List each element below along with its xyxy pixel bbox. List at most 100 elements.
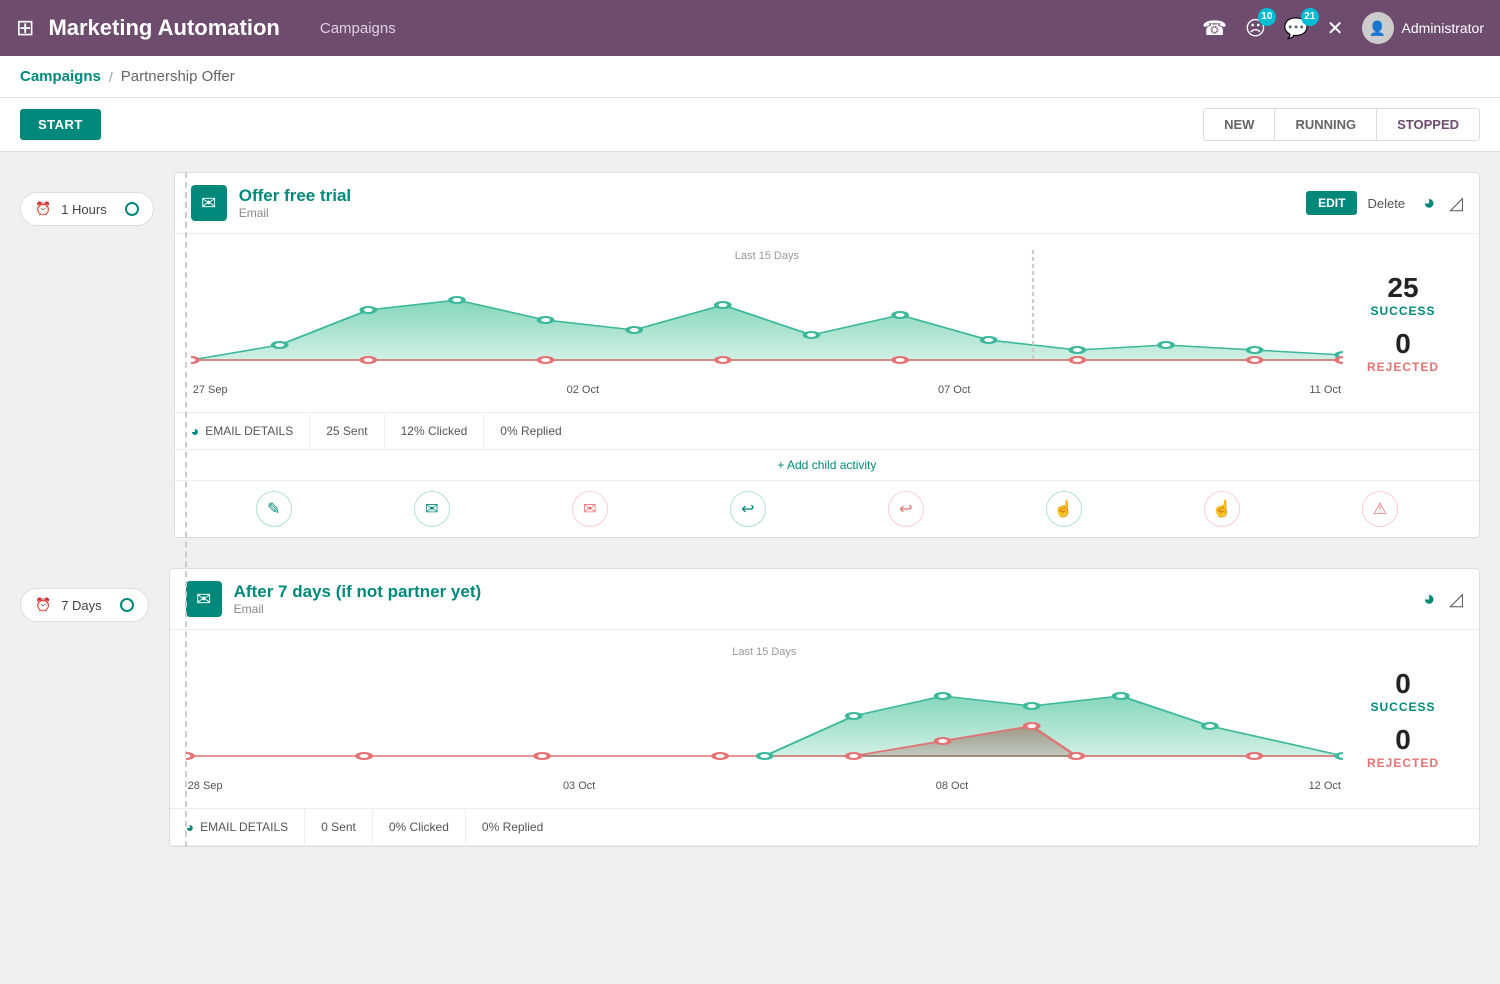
card-header-1: ✉ Offer free trial Email EDIT Delete ◕ ◿ (175, 173, 1479, 234)
chart-x-labels-2: 28 Sep 03 Oct 08 Oct 12 Oct (186, 780, 1343, 792)
rejected-number-2: 0 (1395, 724, 1411, 756)
trigger-label-2: 7 Days (61, 598, 101, 613)
clock-icon-2: ⏰ (35, 597, 51, 613)
card-footer-2: ◕ EMAIL DETAILS 0 Sent 0% Clicked 0% Rep… (170, 809, 1479, 846)
breadcrumb: Campaigns / Partnership Offer (0, 56, 1500, 98)
breadcrumb-separator: / (109, 69, 113, 85)
main-content: ⏰ 1 Hours ✉ Offer free trial Email EDIT … (0, 152, 1500, 897)
toolbar: START NEW RUNNING STOPPED (0, 98, 1500, 152)
edit-button-1[interactable]: EDIT (1306, 191, 1357, 215)
card-title-block-1: Offer free trial Email (239, 186, 1306, 220)
activity-card-2: ✉ After 7 days (if not partner yet) Emai… (169, 568, 1480, 847)
filter-icon-2[interactable]: ◿ (1449, 589, 1463, 610)
status-tabs: NEW RUNNING STOPPED (1203, 108, 1480, 141)
start-button[interactable]: START (20, 109, 101, 140)
activity-badge: 10 (1258, 8, 1276, 26)
activity-card-1: ✉ Offer free trial Email EDIT Delete ◕ ◿ (174, 172, 1480, 538)
chart-label-2: Last 15 Days (732, 646, 796, 658)
trigger-dot-2 (120, 598, 134, 612)
chart-svg-2 (186, 646, 1343, 776)
child-icon-no-click[interactable]: ☝ (1204, 491, 1240, 527)
nav-icons: ☎ ☹ 10 💬 21 ✕ 👤 Administrator (1202, 12, 1484, 44)
tab-running[interactable]: RUNNING (1274, 108, 1376, 141)
x-label-1-3: 07 Oct (938, 384, 970, 396)
chart-wrapper-1: Last 15 Days (191, 250, 1343, 396)
card-actions-1: EDIT Delete ◕ ◿ (1306, 191, 1463, 215)
add-child-activity-1[interactable]: + Add child activity (175, 450, 1479, 481)
child-icon-cursor[interactable]: ✎ (256, 491, 292, 527)
activity-row-1: ⏰ 1 Hours ✉ Offer free trial Email EDIT … (20, 172, 1480, 538)
messages-icon[interactable]: 💬 21 (1284, 16, 1309, 41)
user-menu[interactable]: 👤 Administrator (1362, 12, 1484, 44)
x-label-2-2: 03 Oct (563, 780, 595, 792)
success-label-1: SUCCESS (1370, 304, 1435, 318)
chart-label-1: Last 15 Days (735, 250, 799, 262)
child-icon-no-reply[interactable]: ↩ (888, 491, 924, 527)
chart-area-1: Last 15 Days (175, 234, 1479, 413)
footer-sent-2: 0 Sent (305, 810, 373, 844)
activity-icon[interactable]: ☹ 10 (1245, 16, 1266, 41)
filter-icon-1[interactable]: ◿ (1449, 193, 1463, 214)
footer-replied-2: 0% Replied (466, 810, 559, 844)
x-label-2-4: 12 Oct (1309, 780, 1341, 792)
email-icon-1: ✉ (191, 185, 227, 221)
x-label-1-2: 02 Oct (567, 384, 599, 396)
close-icon[interactable]: ✕ (1327, 16, 1344, 41)
top-navigation: ⊞ Marketing Automation Campaigns ☎ ☹ 10 … (0, 0, 1500, 56)
user-label: Administrator (1402, 20, 1484, 36)
success-number-2: 0 (1395, 668, 1411, 700)
card-subtitle-1: Email (239, 206, 1306, 220)
chart-stats-2: 0 SUCCESS 0 REJECTED (1343, 646, 1463, 792)
footer-clicked-2: 0% Clicked (373, 810, 466, 844)
x-label-1-1: 27 Sep (193, 384, 228, 396)
child-icon-reply[interactable]: ↩ (730, 491, 766, 527)
child-icon-click[interactable]: ☝ (1046, 491, 1082, 527)
footer-sent-1: 25 Sent (310, 414, 384, 448)
tab-stopped[interactable]: STOPPED (1376, 108, 1480, 141)
pie-chart-icon-2[interactable]: ◕ (1423, 588, 1435, 611)
trigger-dot-1 (125, 202, 139, 216)
card-actions-2: ◕ ◿ (1415, 588, 1463, 611)
nav-campaigns[interactable]: Campaigns (320, 20, 396, 37)
footer-email-label-2: EMAIL DETAILS (200, 820, 288, 834)
activities-wrapper: ⏰ 1 Hours ✉ Offer free trial Email EDIT … (20, 172, 1480, 847)
activity-row-2: ⏰ 7 Days ✉ After 7 days (if not partner … (20, 568, 1480, 847)
child-icon-email-bounce[interactable]: ✉ (572, 491, 608, 527)
email-icon-2: ✉ (186, 581, 222, 617)
app-title: Marketing Automation (48, 15, 279, 41)
pie-chart-icon-1[interactable]: ◕ (1423, 192, 1435, 215)
trigger-2[interactable]: ⏰ 7 Days (20, 588, 149, 622)
chart-wrapper-2: Last 15 Days (186, 646, 1343, 792)
footer-email-details-1[interactable]: ◕ EMAIL DETAILS (175, 413, 311, 449)
phone-icon[interactable]: ☎ (1202, 16, 1227, 41)
footer-email-details-2[interactable]: ◕ EMAIL DETAILS (170, 809, 306, 845)
trigger-label-1: 1 Hours (61, 202, 107, 217)
breadcrumb-current: Partnership Offer (121, 68, 235, 85)
chart-stats-1: 25 SUCCESS 0 REJECTED (1343, 250, 1463, 396)
card-subtitle-2: Email (234, 602, 1415, 616)
tab-new[interactable]: NEW (1203, 108, 1274, 141)
x-label-2-3: 08 Oct (936, 780, 968, 792)
delete-button-1[interactable]: Delete (1367, 196, 1405, 211)
chart-area-2: Last 15 Days (170, 630, 1479, 809)
footer-clicked-1: 12% Clicked (385, 414, 485, 448)
child-icon-error[interactable]: ⚠ (1362, 491, 1398, 527)
card-title-1: Offer free trial (239, 186, 1306, 206)
trigger-1[interactable]: ⏰ 1 Hours (20, 192, 154, 226)
pie-icon-1: ◕ (191, 423, 199, 439)
avatar: 👤 (1362, 12, 1394, 44)
success-label-2: SUCCESS (1370, 700, 1435, 714)
clock-icon: ⏰ (35, 201, 51, 217)
breadcrumb-campaigns[interactable]: Campaigns (20, 68, 101, 85)
grid-icon[interactable]: ⊞ (16, 15, 34, 41)
chart-svg-1 (191, 250, 1343, 380)
card-title-2: After 7 days (if not partner yet) (234, 582, 1415, 602)
card-header-2: ✉ After 7 days (if not partner yet) Emai… (170, 569, 1479, 630)
x-label-2-1: 28 Sep (188, 780, 223, 792)
rejected-label-2: REJECTED (1367, 756, 1439, 770)
footer-replied-1: 0% Replied (484, 414, 577, 448)
footer-email-label-1: EMAIL DETAILS (205, 424, 293, 438)
child-icons-row-1: ✎ ✉ ✉ ↩ ↩ ☝ ☝ ⚠ (175, 481, 1479, 537)
card-footer-1: ◕ EMAIL DETAILS 25 Sent 12% Clicked 0% R… (175, 413, 1479, 450)
child-icon-email-open[interactable]: ✉ (414, 491, 450, 527)
